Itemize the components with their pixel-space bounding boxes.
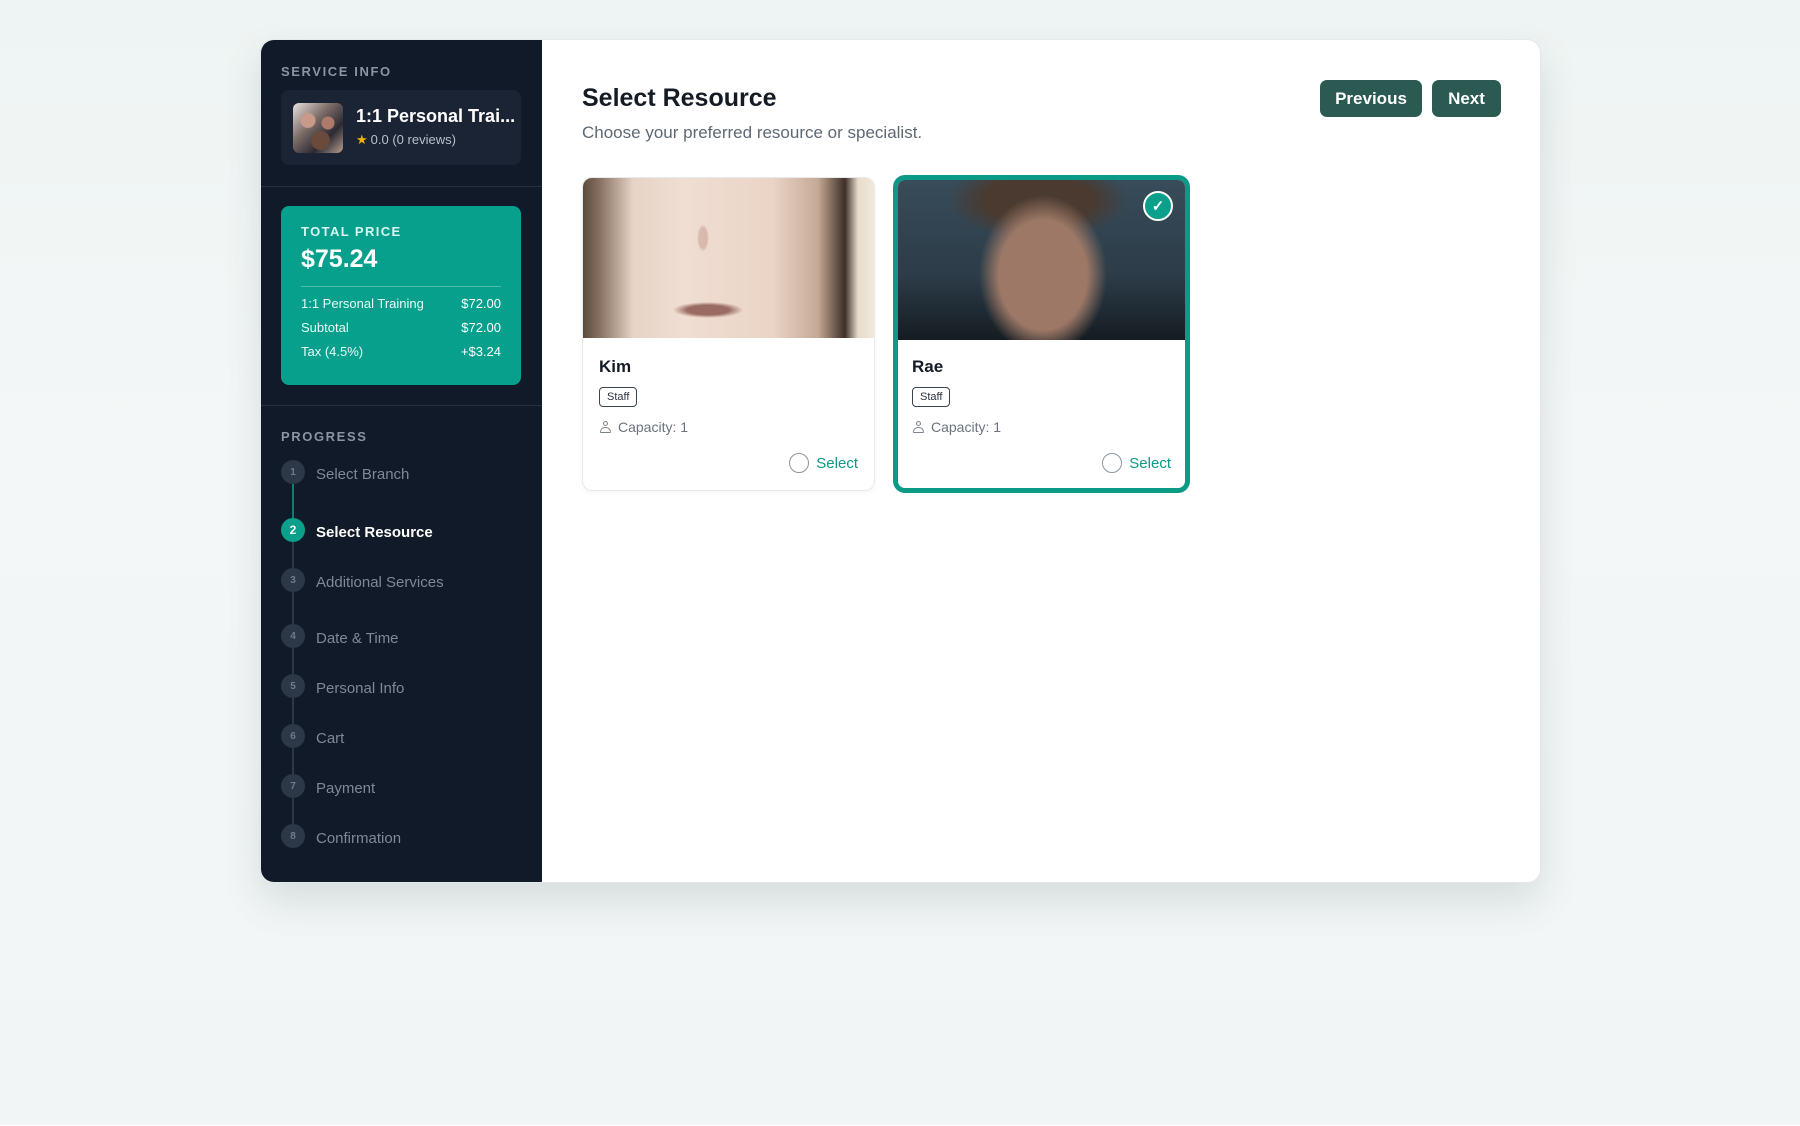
service-name: 1:1 Personal Trai... <box>356 106 516 126</box>
step-label: Confirmation <box>316 830 402 847</box>
step-number: 6 <box>281 724 305 748</box>
price-row: Tax (4.5%) +$3.24 <box>301 344 501 359</box>
previous-button[interactable]: Previous <box>1320 80 1422 117</box>
price-divider <box>301 286 501 287</box>
resource-photo <box>898 180 1185 340</box>
resource-card-rae[interactable]: ✓ Rae Staff Capacity: 1 Select <box>895 177 1188 491</box>
divider <box>261 186 542 187</box>
step-connector <box>292 592 294 624</box>
service-thumbnail <box>293 103 343 153</box>
step-number: 7 <box>281 774 305 798</box>
divider <box>261 405 542 406</box>
step-connector <box>292 798 294 824</box>
total-price-card: TOTAL PRICE $75.24 1:1 Personal Training… <box>281 206 521 385</box>
step-connector <box>292 748 294 774</box>
price-row-value: +$3.24 <box>460 344 501 359</box>
price-row-value: $72.00 <box>461 320 501 335</box>
resource-card-kim[interactable]: Kim Staff Capacity: 1 Select <box>582 177 875 491</box>
step-cart[interactable]: 6 Cart <box>281 724 344 748</box>
main-content: Select Resource Choose your preferred re… <box>542 40 1540 882</box>
resource-type-badge: Staff <box>599 387 638 407</box>
progress-label: PROGRESS <box>281 429 368 444</box>
rating-text: 0.0 (0 reviews) <box>370 132 456 147</box>
resource-photo <box>583 178 874 338</box>
capacity-text: Capacity: 1 <box>931 419 1002 435</box>
step-number: 1 <box>281 460 305 484</box>
resource-type-badge: Staff <box>912 387 951 407</box>
step-additional-services[interactable]: 3 Additional Services <box>281 568 444 592</box>
service-rating: ★ 0.0 (0 reviews) <box>356 132 456 148</box>
step-label: Additional Services <box>316 574 444 591</box>
step-connector <box>292 648 294 674</box>
step-date-time[interactable]: 4 Date & Time <box>281 624 399 648</box>
booking-window: SERVICE INFO 1:1 Personal Trai... ★ 0.0 (… <box>260 39 1541 883</box>
price-row: Subtotal $72.00 <box>301 320 501 335</box>
step-number: 8 <box>281 824 305 848</box>
capacity-text: Capacity: 1 <box>618 419 689 435</box>
step-connector <box>292 484 294 518</box>
step-label: Date & Time <box>316 630 399 647</box>
step-label: Select Branch <box>316 466 410 483</box>
next-button[interactable]: Next <box>1432 80 1501 117</box>
step-label: Payment <box>316 780 376 797</box>
price-row-label: 1:1 Personal Training <box>301 296 424 311</box>
sidebar: SERVICE INFO 1:1 Personal Trai... ★ 0.0 (… <box>261 40 542 882</box>
step-label: Select Resource <box>316 524 433 541</box>
step-payment[interactable]: 7 Payment <box>281 774 375 798</box>
resource-name: Kim <box>599 357 632 376</box>
step-label: Personal Info <box>316 680 405 697</box>
radio-icon[interactable] <box>1102 453 1123 473</box>
step-select-resource[interactable]: 2 Select Resource <box>281 518 433 542</box>
step-connector <box>292 542 294 568</box>
select-radio[interactable]: Select <box>1102 453 1171 473</box>
step-select-branch[interactable]: 1 Select Branch <box>281 460 409 484</box>
checkmark-icon: ✓ <box>1143 191 1173 221</box>
step-personal-info[interactable]: 5 Personal Info <box>281 674 404 698</box>
step-number: 5 <box>281 674 305 698</box>
radio-icon[interactable] <box>789 453 810 473</box>
total-price-value: $75.24 <box>301 245 378 273</box>
star-icon: ★ <box>356 132 368 147</box>
person-icon <box>599 420 612 434</box>
step-confirmation[interactable]: 8 Confirmation <box>281 824 401 848</box>
select-label: Select <box>816 454 858 472</box>
resource-name: Rae <box>912 357 944 376</box>
select-radio[interactable]: Select <box>789 453 858 473</box>
service-card: 1:1 Personal Trai... ★ 0.0 (0 reviews) <box>281 90 521 165</box>
price-row-value: $72.00 <box>461 296 501 311</box>
price-row-label: Subtotal <box>301 320 349 335</box>
page-subtitle: Choose your preferred resource or specia… <box>582 123 923 142</box>
price-row-label: Tax (4.5%) <box>301 344 364 359</box>
total-price-label: TOTAL PRICE <box>301 224 402 239</box>
page-title: Select Resource <box>582 84 777 112</box>
step-label: Cart <box>316 730 345 747</box>
person-icon <box>912 420 925 434</box>
step-number: 2 <box>281 518 305 542</box>
step-number: 3 <box>281 568 305 592</box>
resource-capacity: Capacity: 1 <box>912 419 1001 435</box>
service-info-label: SERVICE INFO <box>281 64 392 79</box>
step-connector <box>292 698 294 724</box>
select-label: Select <box>1129 454 1171 472</box>
step-number: 4 <box>281 624 305 648</box>
resource-capacity: Capacity: 1 <box>599 419 688 435</box>
price-row: 1:1 Personal Training $72.00 <box>301 296 501 311</box>
